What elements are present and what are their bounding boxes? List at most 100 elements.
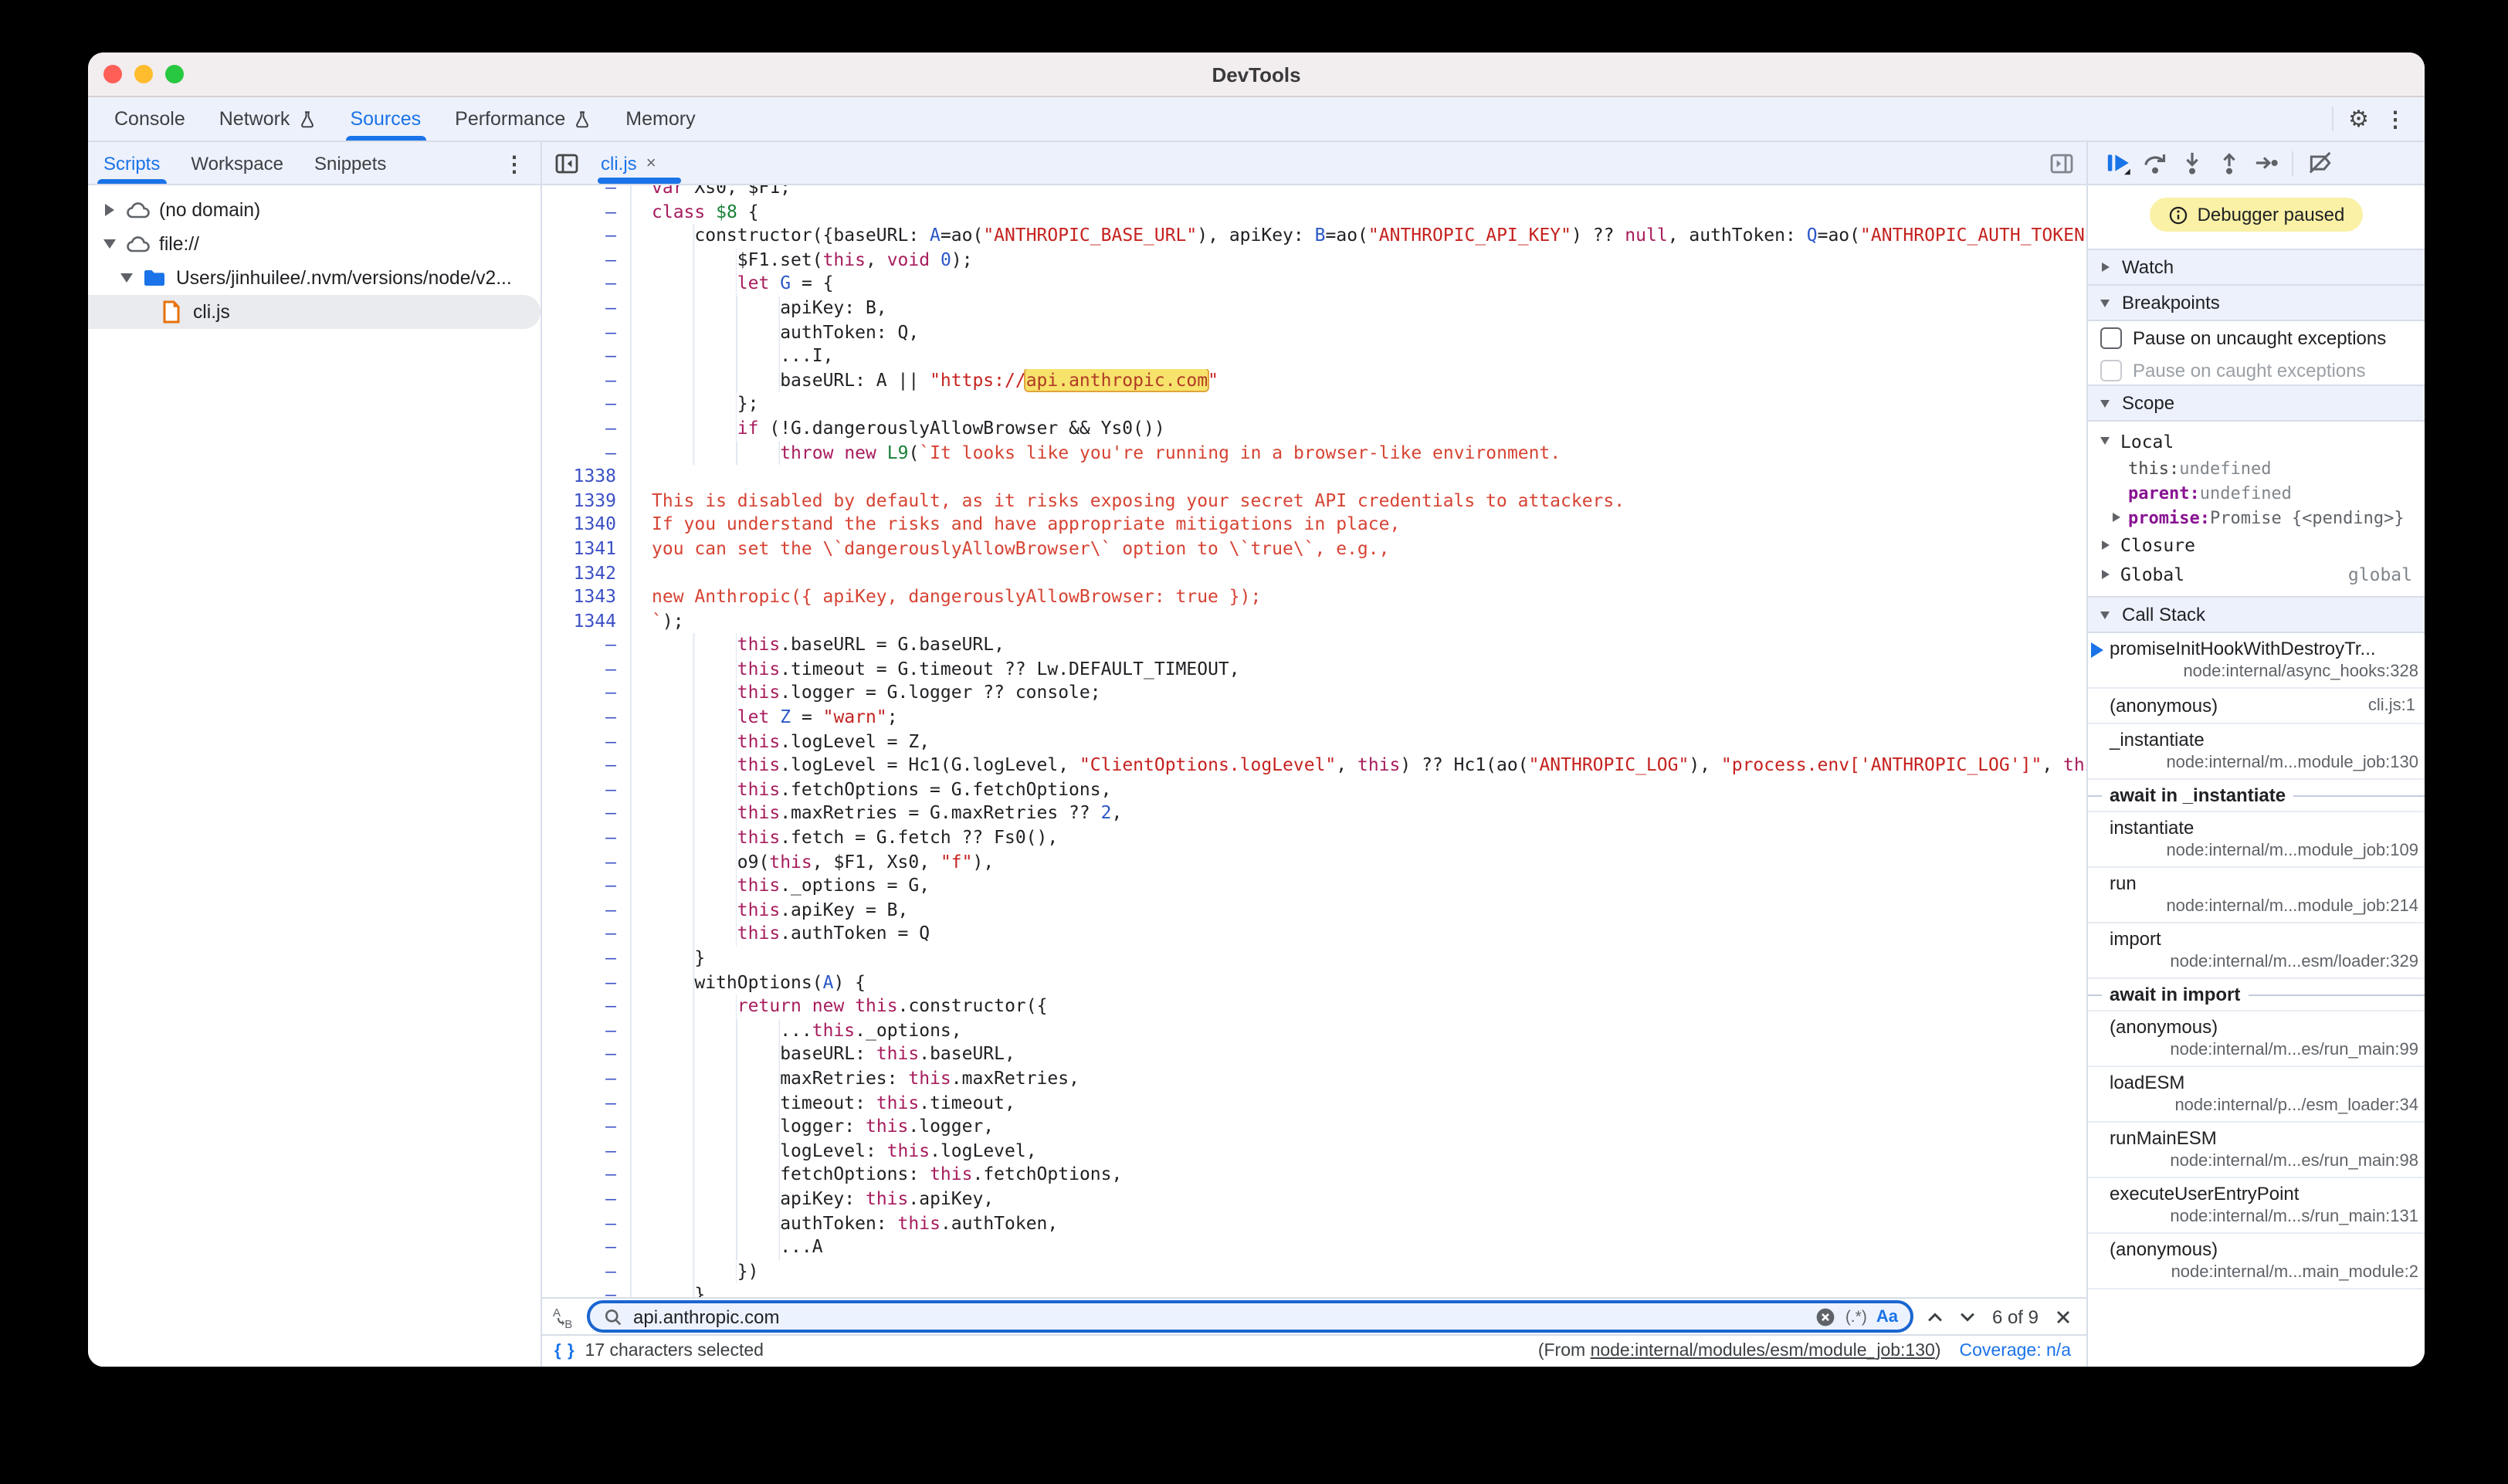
gutter-line-number[interactable]: 1340 [542, 513, 632, 537]
gutter-dash[interactable]: – [542, 923, 632, 947]
step-into-icon[interactable] [2174, 146, 2208, 180]
frame-location[interactable]: node:internal/m...s/run_main:131 [2088, 1206, 2425, 1228]
call-stack-frame[interactable]: instantiatenode:internal/m...module_job:… [2088, 812, 2425, 868]
gutter-dash[interactable]: – [542, 1164, 632, 1188]
scope-variable-promise[interactable]: promise: Promise {<pending>} [2088, 505, 2425, 530]
scope-section-closure[interactable]: Closure [2088, 530, 2425, 559]
gutter-line-number[interactable]: 1338 [542, 465, 632, 489]
call-stack-frame[interactable]: executeUserEntryPointnode:internal/m...s… [2088, 1178, 2425, 1234]
gutter-dash[interactable]: – [542, 1259, 632, 1283]
gutter-dash[interactable]: – [542, 874, 632, 898]
gutter-dash[interactable]: – [542, 1043, 632, 1067]
gutter-dash[interactable]: – [542, 706, 632, 730]
gutter-dash[interactable]: – [542, 296, 632, 320]
close-window-button[interactable] [103, 65, 122, 83]
hide-navigator-icon[interactable] [554, 151, 579, 175]
step-over-icon[interactable] [2137, 146, 2171, 180]
gutter-dash[interactable]: – [542, 1284, 632, 1297]
section-breakpoints[interactable]: Breakpoints [2088, 284, 2425, 321]
gutter-line-number[interactable]: 1341 [542, 537, 632, 561]
gutter-dash[interactable]: – [542, 1211, 632, 1235]
tree-expand-icon[interactable] [100, 204, 119, 216]
navigator-more-icon[interactable]: ⋮ [503, 142, 541, 184]
prev-match-icon[interactable] [1924, 1306, 1946, 1327]
section-scope[interactable]: Scope [2088, 385, 2425, 422]
gutter-dash[interactable]: – [542, 200, 632, 224]
pretty-print-icon[interactable]: { } [554, 1342, 576, 1360]
navigator-tab-snippets[interactable]: Snippets [299, 142, 402, 184]
tab-network[interactable]: Network [202, 97, 334, 141]
tab-console[interactable]: Console [97, 97, 202, 141]
call-stack-frame[interactable]: promiseInitHookWithDestroyTr...node:inte… [2088, 633, 2425, 689]
gutter-dash[interactable]: – [542, 850, 632, 874]
tab-sources[interactable]: Sources [333, 97, 438, 141]
editor-tab-clijs[interactable]: cli.js × [588, 142, 669, 184]
gutter-dash[interactable]: – [542, 994, 632, 1018]
search-mode-icon[interactable]: AB [551, 1304, 576, 1329]
tab-memory[interactable]: Memory [608, 97, 712, 141]
section-watch[interactable]: Watch [2088, 249, 2425, 286]
frame-location[interactable]: node:internal/p.../esm_loader:34 [2088, 1095, 2425, 1116]
gutter-dash[interactable]: – [542, 1091, 632, 1115]
call-stack-frame[interactable]: runnode:internal/m...module_job:214 [2088, 868, 2425, 923]
frame-location[interactable]: cli.js:1 [2368, 695, 2425, 717]
frame-location[interactable]: node:internal/m...es/run_main:99 [2088, 1039, 2425, 1061]
navigator-tab-workspace[interactable]: Workspace [175, 142, 299, 184]
gutter-dash[interactable]: – [542, 754, 632, 778]
gutter-dash[interactable]: – [542, 369, 632, 393]
search-input[interactable] [633, 1306, 1805, 1327]
call-stack-frame[interactable]: loadESMnode:internal/p.../esm_loader:34 [2088, 1067, 2425, 1123]
gutter-line-number[interactable]: 1339 [542, 489, 632, 513]
scope-variable-this[interactable]: this: undefined [2088, 456, 2425, 480]
gutter-dash[interactable]: – [542, 185, 632, 200]
code-editor[interactable]: –var Xs0, $F1;–class $8 {–constructor({b… [542, 185, 2086, 1297]
gutter-dash[interactable]: – [542, 971, 632, 994]
step-out-icon[interactable] [2211, 146, 2245, 180]
gutter-dash[interactable]: – [542, 344, 632, 368]
gutter-dash[interactable]: – [542, 899, 632, 923]
call-stack-frame[interactable]: (anonymous)node:internal/m...main_module… [2088, 1234, 2425, 1289]
frame-location[interactable]: node:internal/m...module_job:130 [2088, 752, 2425, 774]
tree-item-cli-js[interactable]: cli.js [88, 295, 541, 329]
settings-icon[interactable]: ⚙ [2348, 107, 2369, 130]
match-case-toggle[interactable]: Aa [1876, 1307, 1898, 1326]
gutter-dash[interactable]: – [542, 320, 632, 344]
gutter-dash[interactable]: – [542, 826, 632, 850]
minimize-window-button[interactable] [134, 65, 153, 83]
gutter-dash[interactable]: – [542, 224, 632, 248]
gutter-dash[interactable]: – [542, 393, 632, 417]
call-stack-frame[interactable]: (anonymous)node:internal/m...es/run_main… [2088, 1011, 2425, 1067]
toggle-debugger-sidebar-icon[interactable] [2049, 151, 2074, 175]
next-match-icon[interactable] [1957, 1306, 1978, 1327]
gutter-line-number[interactable]: 1343 [542, 585, 632, 609]
step-icon[interactable] [2249, 146, 2283, 180]
tree-collapse-icon[interactable] [117, 273, 136, 283]
coverage-link[interactable]: Coverage: n/a [1960, 1342, 2072, 1360]
frame-location[interactable]: node:internal/m...es/run_main:98 [2088, 1150, 2425, 1172]
close-tab-icon[interactable]: × [646, 154, 656, 172]
chevron-right-icon[interactable] [2113, 513, 2128, 522]
gutter-dash[interactable]: – [542, 1140, 632, 1164]
tree-item-file-[interactable]: file:// [88, 227, 541, 261]
frame-location[interactable]: node:internal/m...module_job:214 [2088, 896, 2425, 917]
call-stack-frame[interactable]: importnode:internal/m...esm/loader:329 [2088, 923, 2425, 979]
gutter-dash[interactable]: – [542, 658, 632, 682]
checkbox[interactable] [2100, 327, 2122, 348]
frame-location[interactable]: node:internal/async_hooks:328 [2088, 661, 2425, 683]
clear-search-icon[interactable] [1815, 1306, 1836, 1327]
gutter-dash[interactable]: – [542, 730, 632, 754]
gutter-dash[interactable]: – [542, 249, 632, 273]
gutter-dash[interactable]: – [542, 634, 632, 658]
source-origin-link[interactable]: node:internal/modules/esm/module_job:130 [1591, 1342, 1935, 1360]
gutter-dash[interactable]: – [542, 441, 632, 465]
gutter-dash[interactable]: – [542, 778, 632, 802]
gutter-dash[interactable]: – [542, 273, 632, 296]
gutter-dash[interactable]: – [542, 682, 632, 706]
tab-performance[interactable]: Performance [438, 97, 608, 141]
gutter-dash[interactable]: – [542, 1235, 632, 1259]
gutter-dash[interactable]: – [542, 1019, 632, 1043]
navigator-tab-scripts[interactable]: Scripts [88, 142, 175, 184]
call-stack-frame[interactable]: runMainESMnode:internal/m...es/run_main:… [2088, 1123, 2425, 1178]
resume-icon[interactable] [2100, 146, 2134, 180]
frame-location[interactable]: node:internal/m...module_job:109 [2088, 840, 2425, 862]
